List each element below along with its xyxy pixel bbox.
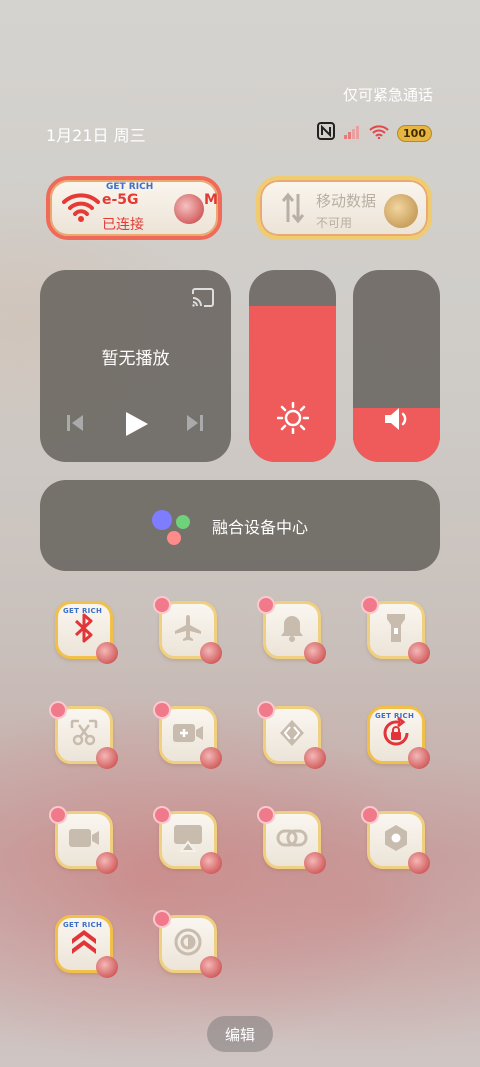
tile-link[interactable]: [259, 808, 326, 874]
sun-icon: [276, 401, 310, 438]
screen-mirror-icon: [173, 824, 203, 856]
speaker-icon: [383, 406, 411, 436]
wifi-ssid-suffix: M: [204, 192, 218, 208]
fortune-god-icon: [304, 747, 326, 769]
tile-airplane-mode[interactable]: [155, 598, 222, 664]
wifi-icon: [62, 192, 100, 226]
fortune-god-icon: [200, 852, 222, 874]
play-icon[interactable]: [124, 410, 150, 442]
wifi-state: 已连接: [102, 217, 144, 233]
tile-boost[interactable]: GET RICH: [55, 915, 118, 978]
fortune-god-icon: [200, 642, 222, 664]
tile-screen-record[interactable]: [155, 703, 222, 769]
data-title: 移动数据: [316, 192, 377, 210]
flower-icon: [259, 808, 273, 822]
wifi-status-icon: [369, 124, 389, 143]
screenshot-icon: [69, 718, 99, 752]
settings-hex-icon: [381, 823, 411, 857]
signal-icon: [343, 124, 361, 143]
flower-icon: [259, 703, 273, 717]
date-label: 1月21日 周三: [46, 126, 146, 145]
wifi-toggle[interactable]: GET RICH e-5G M 已连接: [46, 176, 222, 240]
tile-dark-mode[interactable]: [155, 912, 222, 978]
fortune-god-icon: [408, 642, 430, 664]
fortune-god-icon: [408, 747, 430, 769]
volume-slider[interactable]: [353, 270, 440, 462]
previous-icon[interactable]: [65, 413, 85, 437]
hub-dots-icon: [152, 510, 192, 546]
data-state: 不可用: [316, 216, 353, 230]
fortune-god-icon: [96, 852, 118, 874]
fortune-god-icon: [304, 642, 326, 664]
brightness-slider[interactable]: [249, 270, 336, 462]
tile-do-not-disturb[interactable]: [259, 598, 326, 664]
flower-icon: [155, 598, 169, 612]
fortune-god-icon: [96, 956, 118, 978]
fortune-god-icon: [200, 747, 222, 769]
flower-icon: [155, 912, 169, 926]
flower-icon: [259, 598, 273, 612]
flower-icon: [363, 808, 377, 822]
fortune-god-icon: [96, 747, 118, 769]
screen-record-icon: [172, 721, 204, 749]
fortune-god-icon: [96, 642, 118, 664]
flashlight-icon: [385, 612, 407, 648]
next-icon[interactable]: [185, 413, 205, 437]
battery-indicator: 100: [397, 124, 432, 142]
fortune-god-icon: [408, 852, 430, 874]
video-call-icon: [68, 826, 100, 854]
flower-icon: [155, 808, 169, 822]
fortune-god-icon: [200, 956, 222, 978]
mobile-data-toggle[interactable]: 移动数据 不可用: [256, 176, 432, 240]
brightness-level: [249, 306, 336, 462]
device-hub-button[interactable]: 融合设备中心: [40, 480, 440, 571]
rotation-lock-icon: [380, 716, 412, 753]
boost-icon: [69, 927, 99, 961]
fortune-god-icon: [304, 852, 326, 874]
status-icons: 100: [317, 122, 432, 144]
tile-screen-cast[interactable]: [259, 703, 326, 769]
tile-screen-mirror[interactable]: [155, 808, 222, 874]
media-title: 暂无播放: [101, 349, 170, 369]
wifi-badge: GET RICH: [106, 182, 154, 192]
fortune-god-icon: [384, 194, 418, 228]
airplane-mode-icon: [173, 613, 203, 647]
hub-label: 融合设备中心: [212, 518, 309, 537]
flower-icon: [363, 598, 377, 612]
tile-bluetooth[interactable]: GET RICH: [55, 601, 118, 664]
do-not-disturb-icon: [279, 613, 305, 647]
media-player-card[interactable]: 暂无播放: [40, 270, 231, 462]
wifi-ssid: e-5G: [102, 192, 139, 208]
flower-icon: [51, 703, 65, 717]
tile-screenshot[interactable]: [51, 703, 118, 769]
flower-icon: [155, 703, 169, 717]
cast-icon[interactable]: [191, 288, 215, 312]
flower-icon: [51, 808, 65, 822]
bluetooth-icon: [73, 613, 95, 647]
tile-rotation-lock[interactable]: GET RICH: [367, 706, 430, 769]
tile-settings-hex[interactable]: [363, 808, 430, 874]
dark-mode-icon: [173, 927, 203, 961]
screen-cast-icon: [277, 718, 307, 752]
tile-flashlight[interactable]: [363, 598, 430, 664]
tile-video-call[interactable]: [51, 808, 118, 874]
edit-button[interactable]: 编辑: [207, 1016, 273, 1052]
data-arrows-icon: [281, 192, 305, 228]
fortune-god-icon: [174, 194, 204, 224]
nfc-icon: [317, 122, 336, 144]
link-icon: [276, 827, 308, 853]
emergency-only-label: 仅可紧急通话: [342, 86, 433, 104]
